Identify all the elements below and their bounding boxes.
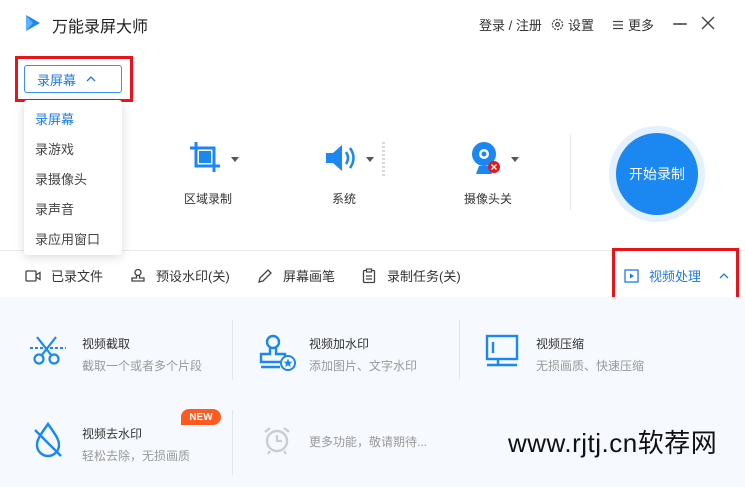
- chevron-up-icon: [719, 272, 729, 278]
- new-badge: NEW: [181, 409, 221, 425]
- title-bar: 万能录屏大师 登录 / 注册 设置 更多: [0, 0, 745, 48]
- alarm-clock-icon: [264, 427, 290, 455]
- more-label: 更多: [628, 18, 655, 33]
- mode-option-window[interactable]: 录应用窗口: [35, 229, 100, 248]
- gear-icon: [551, 18, 564, 31]
- site-watermark: www.rjtj.cn软荐网: [508, 428, 718, 458]
- watermark-preset-label: 预设水印(关): [156, 269, 230, 284]
- video-compress-subtitle: 无损画质、快速压缩: [536, 359, 645, 373]
- divider: [232, 320, 233, 380]
- video-watermark-subtitle: 添加图片、文字水印: [309, 359, 418, 373]
- divider: [459, 320, 460, 380]
- camera-label: 摄像头关: [463, 192, 512, 206]
- divider: [232, 410, 233, 475]
- recorded-files-label: 已录文件: [51, 269, 104, 284]
- close-icon[interactable]: [699, 14, 717, 32]
- record-mode-select[interactable]: 录屏幕: [24, 65, 122, 93]
- login-link[interactable]: 登录 / 注册: [479, 15, 542, 34]
- watermark-preset-button[interactable]: 预设水印(关): [130, 266, 230, 285]
- volume-level-icon: [382, 142, 385, 178]
- region-caret-icon[interactable]: [231, 157, 239, 162]
- mode-option-game[interactable]: 录游戏: [35, 139, 74, 158]
- scissors-icon[interactable]: [30, 334, 66, 368]
- region-record-label: 区域录制: [183, 192, 232, 206]
- mode-option-audio[interactable]: 录声音: [35, 199, 74, 218]
- audio-label: 系统: [331, 192, 356, 206]
- video-watermark-title[interactable]: 视频加水印: [309, 335, 369, 352]
- stamp-icon: [131, 268, 145, 282]
- menu-icon: [613, 20, 623, 29]
- more-features-text: 更多功能，敬请期待...: [309, 435, 428, 449]
- app-title: 万能录屏大师: [52, 19, 149, 36]
- minimize-icon[interactable]: [671, 15, 689, 33]
- chevron-up-icon: [86, 76, 96, 82]
- camera-tool[interactable]: 摄像头关: [464, 140, 512, 206]
- video-process-toggle[interactable]: 视频处理: [624, 266, 729, 285]
- record-task-button[interactable]: 录制任务(关): [361, 266, 461, 285]
- record-mode-dropdown: 录屏幕 录游戏 录摄像头 录声音 录应用窗口: [24, 100, 122, 255]
- divider: [570, 135, 571, 210]
- settings-button[interactable]: 设置: [551, 15, 594, 34]
- video-file-icon: [25, 269, 41, 282]
- start-record-button[interactable]: 开始录制: [616, 133, 698, 215]
- clipboard-icon: [362, 267, 376, 283]
- remove-watermark-subtitle: 轻松去除，无损画质: [82, 449, 191, 463]
- remove-watermark-title[interactable]: 视频去水印: [82, 425, 142, 442]
- remove-watermark-icon[interactable]: [33, 422, 63, 458]
- screen-brush-button[interactable]: 屏幕画笔: [257, 266, 335, 285]
- record-task-label: 录制任务(关): [387, 269, 461, 284]
- recorded-files-button[interactable]: 已录文件: [25, 266, 103, 285]
- video-cut-title[interactable]: 视频截取: [82, 335, 130, 352]
- video-cut-subtitle: 截取一个或者多个片段: [82, 359, 203, 373]
- settings-label: 设置: [568, 18, 595, 33]
- audio-tool[interactable]: 系统: [324, 142, 358, 206]
- video-play-icon: [624, 268, 639, 283]
- mode-option-camera[interactable]: 录摄像头: [35, 169, 87, 188]
- speaker-icon: [326, 145, 355, 171]
- crop-icon: [190, 142, 220, 172]
- region-record-tool[interactable]: 区域录制: [184, 140, 232, 206]
- record-mode-label: 录屏幕: [37, 72, 77, 88]
- mode-option-screen[interactable]: 录屏幕: [35, 109, 74, 128]
- video-process-label: 视频处理: [649, 269, 702, 284]
- video-compress-title[interactable]: 视频压缩: [536, 335, 584, 352]
- app-logo-icon: [26, 15, 40, 31]
- add-watermark-icon[interactable]: [258, 333, 296, 371]
- screen-brush-label: 屏幕画笔: [283, 269, 336, 284]
- webcam-icon: [472, 142, 500, 174]
- camera-caret-icon[interactable]: [511, 157, 519, 162]
- compress-icon[interactable]: [484, 333, 520, 369]
- more-button[interactable]: 更多: [612, 15, 654, 34]
- pen-icon: [258, 268, 272, 283]
- audio-caret-icon[interactable]: [366, 157, 374, 162]
